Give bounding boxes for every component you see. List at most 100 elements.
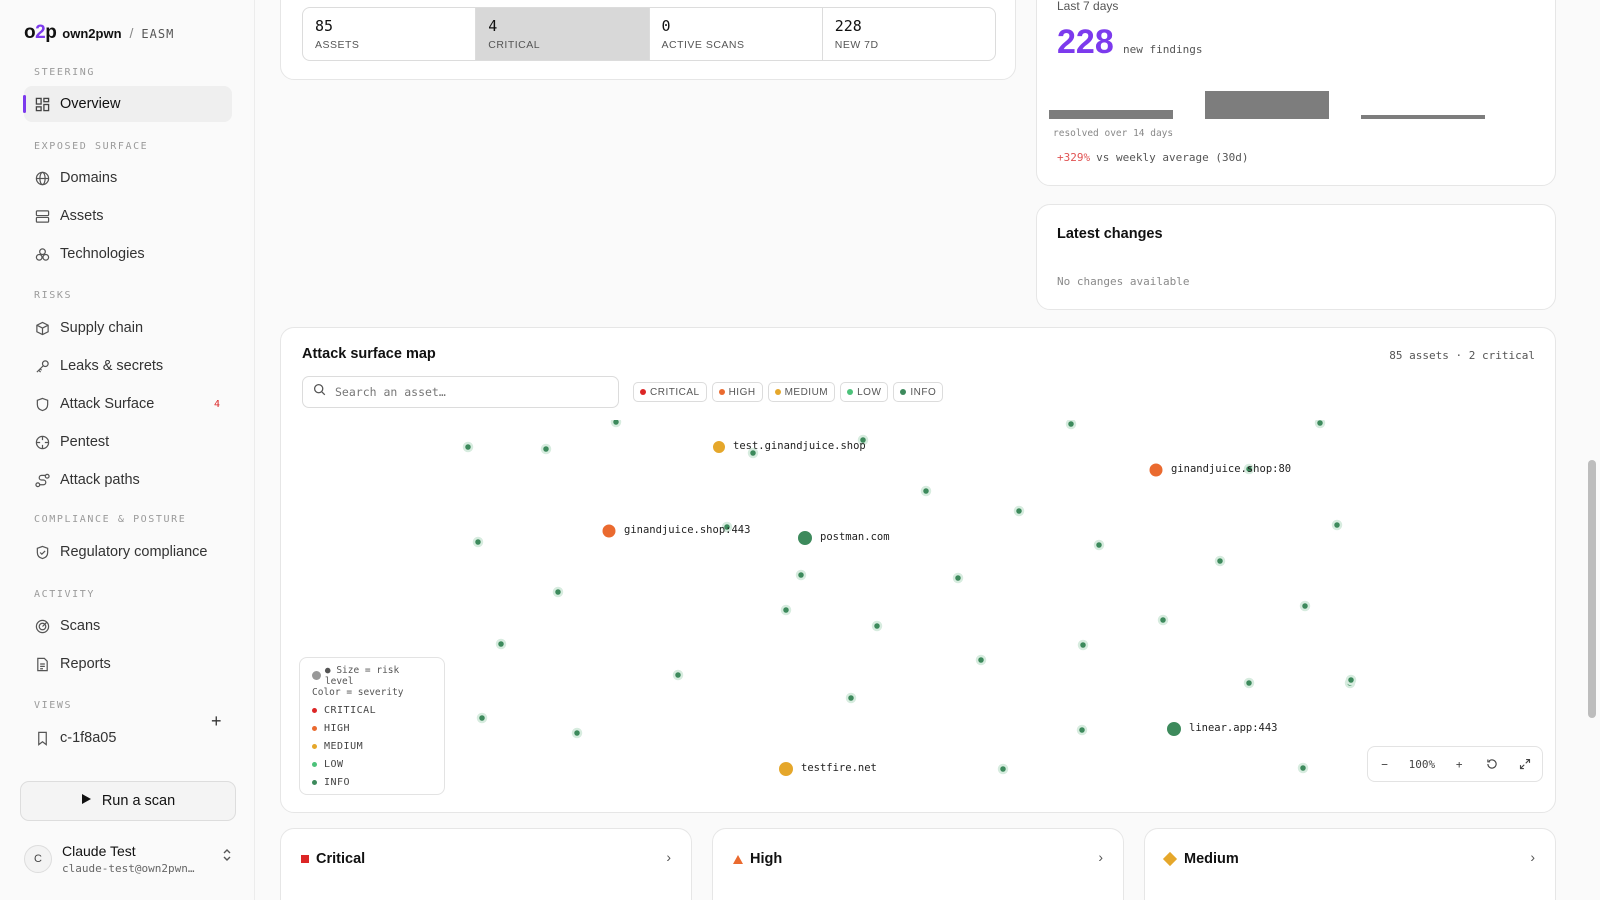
map-node[interactable] <box>1157 614 1169 626</box>
sidebar-item-technologies[interactable]: Technologies <box>24 236 232 272</box>
map-canvas[interactable]: test.ginandjuice.shop ginandjuice.shop:8… <box>281 416 1555 812</box>
latest-changes-card: Latest changes No changes available <box>1036 204 1556 310</box>
sidebar-item-label: Domains <box>60 170 118 186</box>
map-node[interactable] <box>600 522 618 540</box>
filter-chip-high[interactable]: HIGH <box>711 382 763 402</box>
reset-view-button[interactable] <box>1483 758 1501 770</box>
node-label[interactable]: ginandjuice.shop:80 <box>1171 463 1291 475</box>
stat-critical[interactable]: 4 CRITICAL <box>476 8 650 60</box>
page-scrollbar[interactable] <box>1588 460 1596 718</box>
map-node[interactable] <box>1076 724 1088 736</box>
map-node[interactable] <box>1331 519 1343 531</box>
chevron-up-down-icon <box>222 848 232 863</box>
map-node[interactable] <box>462 441 474 453</box>
findings-trend-card: Last 7 days 228 new findings resolved ov… <box>1036 0 1556 186</box>
sidebar-item-label: Leaks & secrets <box>60 358 164 374</box>
low-dot-icon <box>312 761 317 767</box>
section-compliance: COMPLIANCE & POSTURE <box>34 514 187 525</box>
node-label[interactable]: test.ginandjuice.shop <box>733 440 866 452</box>
legend-item: INFO <box>312 773 432 791</box>
medium-findings-card[interactable]: Medium › <box>1144 828 1556 900</box>
filter-chip-info[interactable]: INFO <box>893 382 944 402</box>
fullscreen-button[interactable] <box>1516 758 1534 770</box>
zoom-in-button[interactable]: + <box>1450 758 1468 771</box>
map-node[interactable] <box>845 692 857 704</box>
critical-findings-card[interactable]: Critical › <box>280 828 692 900</box>
sidebar-item-domains[interactable]: Domains <box>24 160 232 196</box>
map-node[interactable] <box>1077 639 1089 651</box>
map-node[interactable] <box>997 763 1009 775</box>
map-node[interactable] <box>571 727 583 739</box>
map-node[interactable] <box>1147 461 1165 479</box>
run-scan-label: Run a scan <box>101 793 176 809</box>
sidebar-item-attack-paths[interactable]: Attack paths <box>24 462 232 498</box>
section-activity: ACTIVITY <box>34 589 95 600</box>
stat-new-7d[interactable]: 228 NEW 7D <box>823 8 995 60</box>
sidebar-item-label: Technologies <box>60 246 145 262</box>
trend-period: Last 7 days <box>1057 0 1119 13</box>
map-node[interactable] <box>1214 555 1226 567</box>
map-node[interactable] <box>1065 418 1077 430</box>
map-node[interactable] <box>795 569 807 581</box>
map-node[interactable] <box>711 439 727 455</box>
map-node[interactable] <box>1297 762 1309 774</box>
run-scan-button[interactable]: Run a scan <box>20 781 236 821</box>
zoom-out-button[interactable]: − <box>1376 758 1394 771</box>
map-summary: 85 assets · 2 critical <box>1389 349 1535 362</box>
high-findings-card[interactable]: High › <box>712 828 1124 900</box>
sidebar-item-regulatory-compliance[interactable]: Regulatory compliance <box>24 534 232 570</box>
map-node[interactable] <box>1299 600 1311 612</box>
map-node[interactable] <box>610 416 622 428</box>
map-node[interactable] <box>975 654 987 666</box>
filter-chip-critical[interactable]: CRITICAL <box>633 382 707 402</box>
node-label[interactable]: linear.app:443 <box>1189 722 1278 734</box>
map-node[interactable] <box>472 536 484 548</box>
stat-assets[interactable]: 85 ASSETS <box>303 8 477 60</box>
sidebar-item-scans[interactable]: Scans <box>24 608 232 644</box>
legend-size-hint: ● Size = risk level <box>312 665 432 687</box>
map-node[interactable] <box>672 669 684 681</box>
map-node[interactable] <box>871 620 883 632</box>
map-node[interactable] <box>1093 539 1105 551</box>
map-node[interactable] <box>920 485 932 497</box>
trend-bar <box>1049 110 1173 119</box>
filter-chip-low[interactable]: LOW <box>840 382 889 402</box>
user-menu[interactable]: C Claude Test claude-test@own2pwn… <box>24 836 234 882</box>
map-node[interactable] <box>540 443 552 455</box>
file-icon <box>34 656 50 672</box>
search-input[interactable] <box>335 385 595 399</box>
map-node[interactable] <box>1243 677 1255 689</box>
sidebar-item-attack-surface[interactable]: Attack Surface 4 <box>24 386 232 422</box>
sidebar-item-view[interactable]: c-1f8a05 <box>24 720 232 756</box>
map-node[interactable] <box>777 760 795 778</box>
filter-chip-medium[interactable]: MEDIUM <box>767 382 836 402</box>
expand-icon <box>1520 758 1531 770</box>
sidebar-item-reports[interactable]: Reports <box>24 646 232 682</box>
sidebar-item-supply-chain[interactable]: Supply chain <box>24 310 232 346</box>
medium-dot-icon <box>312 743 317 749</box>
map-node[interactable] <box>495 638 507 650</box>
stat-active-scans[interactable]: 0 ACTIVE SCANS <box>650 8 823 60</box>
section-views: VIEWS <box>34 700 73 711</box>
sidebar-item-pentest[interactable]: Pentest <box>24 424 232 460</box>
node-label[interactable]: ginandjuice.shop:443 <box>624 524 750 536</box>
map-node[interactable] <box>1165 720 1183 738</box>
brand[interactable]: o2p own2pwn / EASM <box>24 22 174 44</box>
info-dot-icon <box>900 389 907 395</box>
map-node[interactable] <box>1345 674 1357 686</box>
sidebar-item-assets[interactable]: Assets <box>24 198 232 234</box>
route-icon <box>34 472 50 488</box>
map-node[interactable] <box>952 572 964 584</box>
map-node[interactable] <box>780 604 792 616</box>
node-label[interactable]: postman.com <box>820 531 890 543</box>
node-label[interactable]: testfire.net <box>801 762 877 774</box>
sidebar-item-leaks[interactable]: Leaks & secrets <box>24 348 232 384</box>
map-node[interactable] <box>1013 505 1025 517</box>
chip-label: MEDIUM <box>784 386 829 398</box>
map-node[interactable] <box>1314 417 1326 429</box>
map-node[interactable] <box>552 586 564 598</box>
asset-search[interactable] <box>302 376 619 408</box>
map-node[interactable] <box>476 712 488 724</box>
map-node[interactable] <box>796 529 814 547</box>
sidebar-item-overview[interactable]: Overview <box>23 86 232 122</box>
